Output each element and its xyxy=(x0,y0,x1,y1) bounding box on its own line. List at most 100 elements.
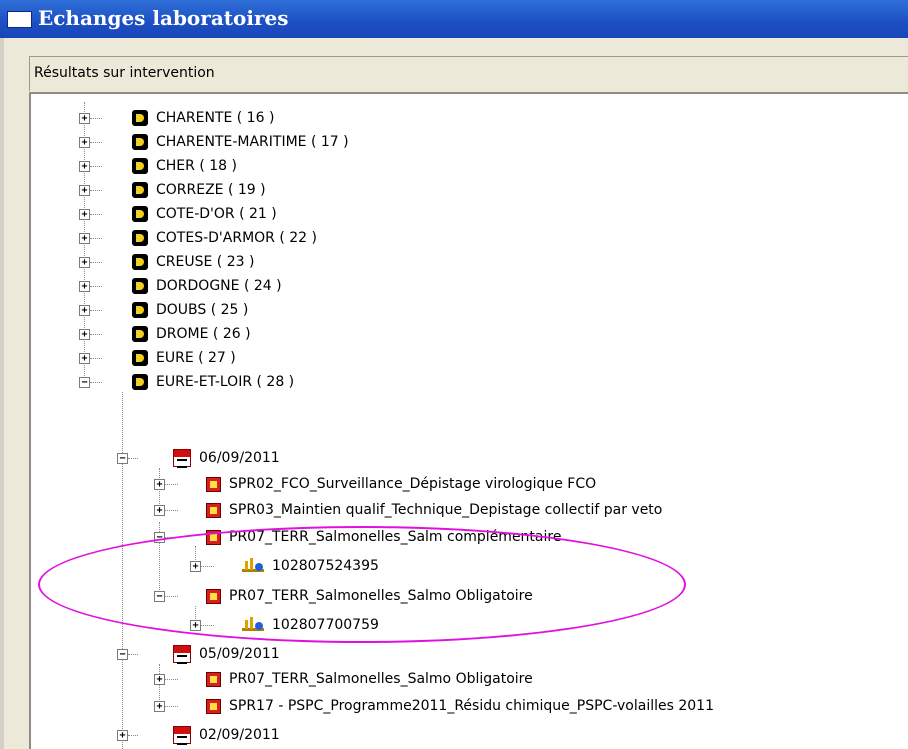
tree-item-department[interactable]: DORDOGNE ( 24 ) xyxy=(132,276,282,296)
tree-connector-line xyxy=(90,166,102,167)
tree-item-analysis-label: SPR02_FCO_Surveillance_Dépistage virolog… xyxy=(229,476,597,492)
tree-item-analysis-label: SPR17 - PSPC_Programme2011_Résidu chimiq… xyxy=(229,698,714,714)
tree-connector-line xyxy=(165,484,178,485)
tree-item-date-label: 02/09/2011 xyxy=(199,727,280,743)
tree-item-department-label: CHER ( 18 ) xyxy=(156,158,237,174)
collapse-toggle[interactable]: − xyxy=(154,532,165,543)
tree-item-department[interactable]: CREUSE ( 23 ) xyxy=(132,252,254,272)
tree-item-department-label: DROME ( 26 ) xyxy=(156,326,251,342)
expand-toggle[interactable]: + xyxy=(79,161,90,172)
tree-item-date[interactable]: 05/09/2011 xyxy=(173,644,280,664)
department-d-icon xyxy=(132,254,148,270)
tree-item-analysis-label: SPR03_Maintien qualif_Technique_Depistag… xyxy=(229,502,663,518)
tree-item-department-label: CORREZE ( 19 ) xyxy=(156,182,266,198)
tree-connector-line xyxy=(165,679,178,680)
calendar-icon xyxy=(173,449,191,468)
tree-connector-line xyxy=(90,382,102,383)
expand-toggle[interactable]: + xyxy=(79,329,90,340)
tree-connector-line xyxy=(90,286,102,287)
tree-item-analysis-label: PR07_TERR_Salmonelles_Salmo Obligatoire xyxy=(229,671,533,687)
tree-item-date[interactable]: 02/09/2011 xyxy=(173,725,280,745)
tree-item-analysis[interactable]: PR07_TERR_Salmonelles_Salmo Obligatoire xyxy=(206,586,533,606)
tree-connector-line xyxy=(90,142,102,143)
tree-item-department[interactable]: CHARENTE-MARITIME ( 17 ) xyxy=(132,132,349,152)
tree-connector-line xyxy=(201,625,214,626)
analysis-icon xyxy=(206,698,221,714)
department-d-icon xyxy=(132,206,148,222)
department-d-icon xyxy=(132,350,148,366)
expand-toggle[interactable]: + xyxy=(79,257,90,268)
tree-connector-line xyxy=(90,334,102,335)
tree-item-department-label: COTES-D'ARMOR ( 22 ) xyxy=(156,230,317,246)
collapse-toggle[interactable]: − xyxy=(79,377,90,388)
expand-toggle[interactable]: + xyxy=(79,113,90,124)
expand-toggle[interactable]: + xyxy=(154,701,165,712)
tree-item-department-label: CHARENTE ( 16 ) xyxy=(156,110,275,126)
expand-toggle[interactable]: + xyxy=(190,561,201,572)
tree-connector-line xyxy=(90,118,102,119)
expand-toggle[interactable]: + xyxy=(79,353,90,364)
expand-toggle[interactable]: + xyxy=(79,137,90,148)
tree-item-department[interactable]: EURE ( 27 ) xyxy=(132,348,236,368)
department-d-icon xyxy=(132,302,148,318)
tree-item-date-label: 05/09/2011 xyxy=(199,646,280,662)
tree-item-analysis[interactable]: SPR02_FCO_Surveillance_Dépistage virolog… xyxy=(206,474,596,494)
department-d-icon xyxy=(132,230,148,246)
tree-item-analysis[interactable]: PR07_TERR_Salmonelles_Salm complémentair… xyxy=(206,527,561,547)
expand-toggle[interactable]: + xyxy=(117,730,128,741)
tree-connector-line xyxy=(128,735,138,736)
tree-connector-line xyxy=(90,190,102,191)
tree-item-analysis[interactable]: SPR17 - PSPC_Programme2011_Résidu chimiq… xyxy=(206,696,714,716)
expand-toggle[interactable]: + xyxy=(154,505,165,516)
tree-item-department[interactable]: CHARENTE ( 16 ) xyxy=(132,108,274,128)
tree-item-department-label: DORDOGNE ( 24 ) xyxy=(156,278,282,294)
tree-item-department[interactable]: COTE-D'OR ( 21 ) xyxy=(132,204,277,224)
tree-item-department[interactable]: COTES-D'ARMOR ( 22 ) xyxy=(132,228,317,248)
tree-connector-line xyxy=(128,654,138,655)
title-bar[interactable]: Echanges laboratoires xyxy=(0,0,908,38)
calendar-icon xyxy=(173,645,191,664)
section-header: Résultats sur intervention xyxy=(29,56,908,91)
tree-item-department-label: COTE-D'OR ( 21 ) xyxy=(156,206,277,222)
department-d-icon xyxy=(132,158,148,174)
tree-item-department[interactable]: EURE-ET-LOIR ( 28 ) xyxy=(132,372,294,392)
tree-item-date-label: 06/09/2011 xyxy=(199,450,280,466)
tree-connector-line xyxy=(90,358,102,359)
tree-item-department[interactable]: CORREZE ( 19 ) xyxy=(132,180,266,200)
tree-item-date[interactable]: 06/09/2011 xyxy=(173,448,280,468)
department-d-icon xyxy=(132,326,148,342)
tree-item-analysis[interactable]: SPR03_Maintien qualif_Technique_Depistag… xyxy=(206,500,662,520)
tree-connector-line xyxy=(201,566,214,567)
tree-item-result[interactable]: 102807524395 xyxy=(242,556,379,576)
tree-item-department-label: CHARENTE-MARITIME ( 17 ) xyxy=(156,134,349,150)
tree-item-department[interactable]: CHER ( 18 ) xyxy=(132,156,237,176)
calendar-icon xyxy=(173,726,191,745)
collapse-toggle[interactable]: − xyxy=(117,453,128,464)
lab-result-icon xyxy=(242,616,264,634)
tree-item-department-label: CREUSE ( 23 ) xyxy=(156,254,255,270)
tree-connector-line xyxy=(90,238,102,239)
tree-item-department-label: EURE-ET-LOIR ( 28 ) xyxy=(156,374,295,390)
expand-toggle[interactable]: + xyxy=(79,185,90,196)
tree-item-result-label: 102807524395 xyxy=(272,558,379,574)
tree-item-department[interactable]: DOUBS ( 25 ) xyxy=(132,300,248,320)
expand-toggle[interactable]: + xyxy=(79,209,90,220)
tree-item-result[interactable]: 102807700759 xyxy=(242,615,379,635)
expand-toggle[interactable]: + xyxy=(79,305,90,316)
collapse-toggle[interactable]: − xyxy=(117,649,128,660)
expand-toggle[interactable]: + xyxy=(154,674,165,685)
tree-item-department[interactable]: DROME ( 26 ) xyxy=(132,324,251,344)
expand-toggle[interactable]: + xyxy=(190,620,201,631)
expand-toggle[interactable]: + xyxy=(154,479,165,490)
tree-item-analysis[interactable]: PR07_TERR_Salmonelles_Salmo Obligatoire xyxy=(206,669,533,689)
tree-connector-line xyxy=(165,596,178,597)
expand-toggle[interactable]: + xyxy=(79,281,90,292)
department-d-icon xyxy=(132,374,148,390)
results-tree[interactable]: + CHARENTE ( 16 ) + CHARENTE-MARITIME ( 17 … xyxy=(29,92,908,749)
tree-connector-line xyxy=(165,706,178,707)
collapse-toggle[interactable]: − xyxy=(154,591,165,602)
lab-result-icon xyxy=(242,557,264,575)
analysis-icon xyxy=(206,671,221,687)
analysis-icon xyxy=(206,588,221,604)
expand-toggle[interactable]: + xyxy=(79,233,90,244)
